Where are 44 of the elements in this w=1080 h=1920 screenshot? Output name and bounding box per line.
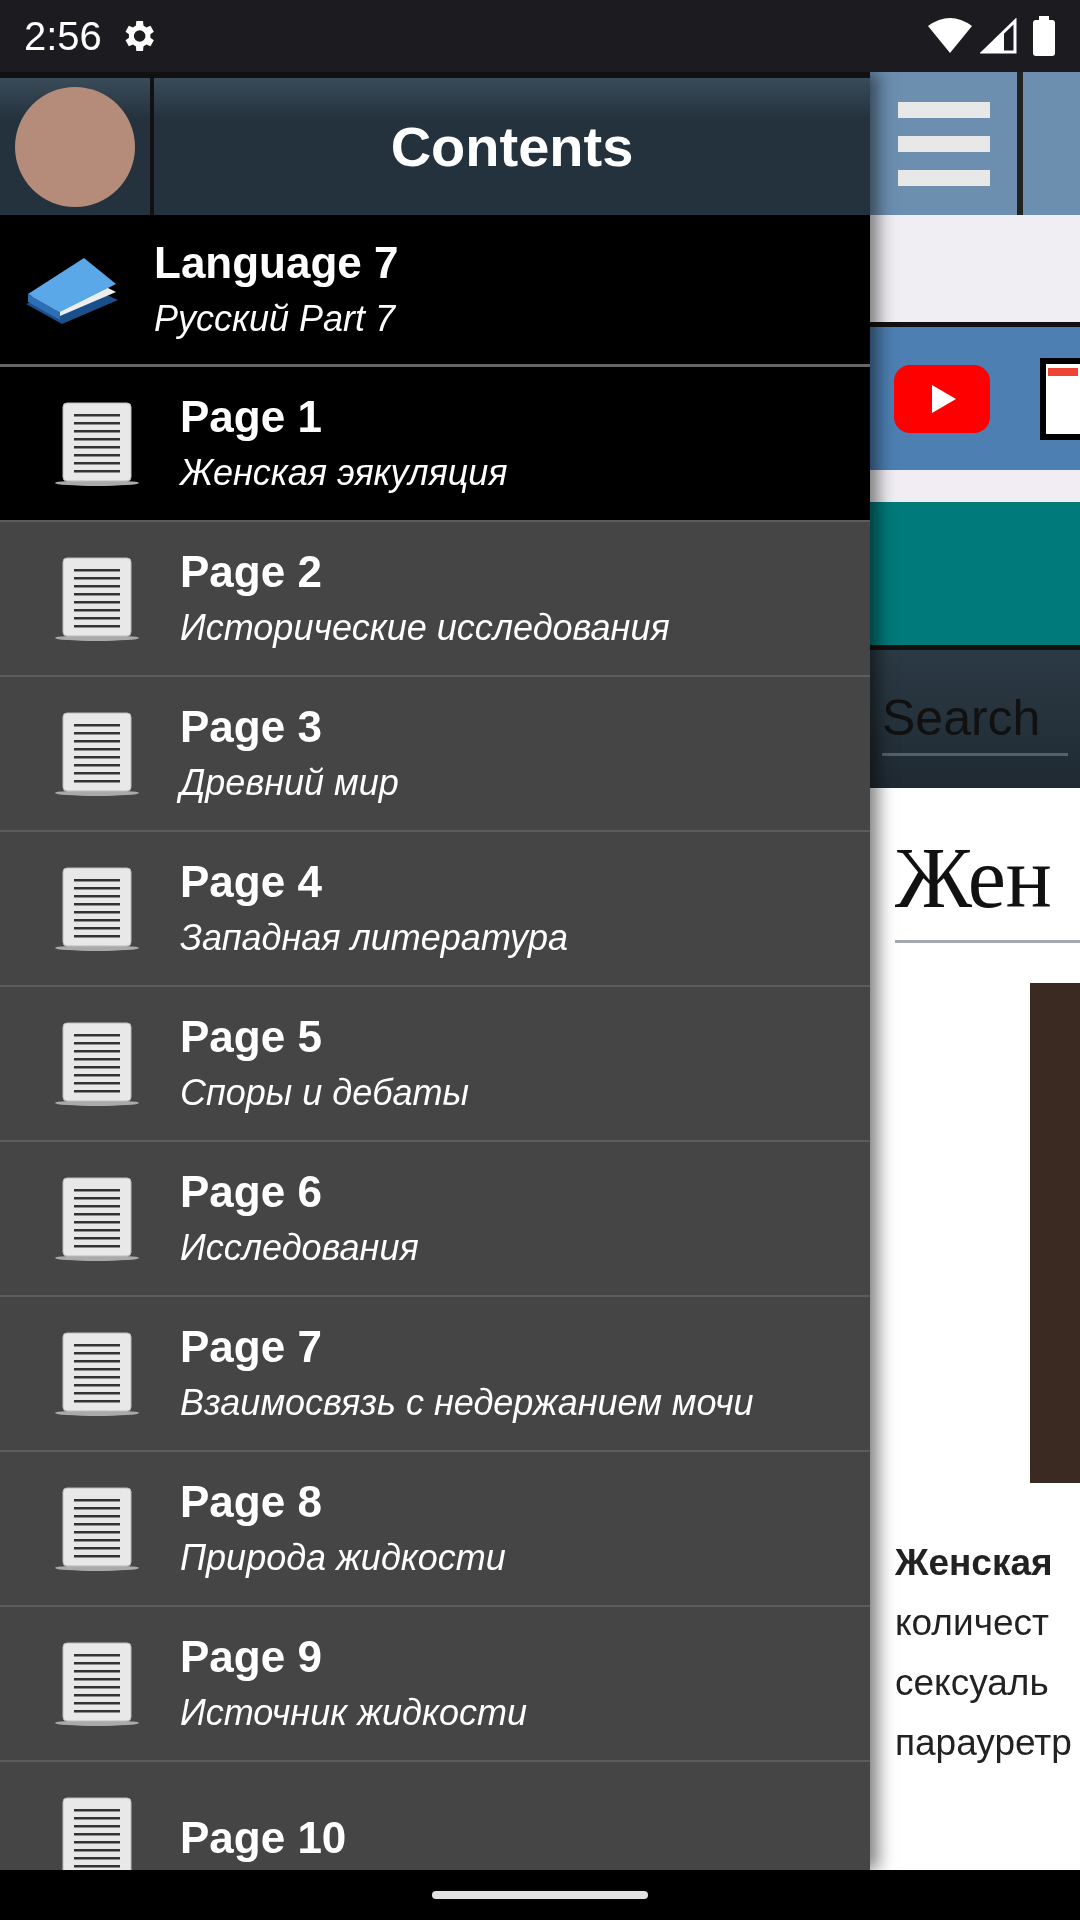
item-subtitle: Исторические исследования	[180, 606, 670, 649]
clock: 2:56	[24, 13, 102, 59]
item-title: Page 10	[180, 1814, 347, 1863]
item-title: Page 2	[180, 548, 323, 597]
page-item[interactable]: Page 3 Древний мир	[0, 677, 870, 832]
item-title: Page 6	[180, 1168, 323, 1217]
item-title: Page 1	[180, 393, 323, 442]
item-subtitle: Женская эякуляция	[180, 451, 508, 494]
article-text-line: количест	[895, 1601, 1050, 1645]
item-subtitle: Исследования	[180, 1226, 419, 1269]
page-item[interactable]: Page 7 Взаимосвязь с недержанием мочи	[0, 1297, 870, 1452]
item-subtitle: Природа жидкости	[180, 1536, 506, 1579]
item-subtitle: Западная литература	[180, 916, 569, 959]
item-subtitle: Русский Part 7	[154, 297, 397, 340]
document-thumbnail-icon[interactable]	[1040, 357, 1080, 440]
item-title: Page 8	[180, 1478, 323, 1527]
item-title: Page 5	[180, 1013, 323, 1062]
item-subtitle: Источник жидкости	[180, 1691, 527, 1734]
item-title: Page 4	[180, 858, 323, 907]
item-title: Page 7	[180, 1323, 323, 1372]
article-text-line: Женская	[895, 1541, 1054, 1585]
page-item[interactable]: Page 5 Споры и дебаты	[0, 987, 870, 1142]
menu-icon	[897, 101, 990, 186]
page-item[interactable]: Page 1 Женская эякуляция	[0, 367, 870, 522]
item-subtitle: Споры и дебаты	[180, 1071, 470, 1114]
article-heading: Жен	[895, 828, 1080, 943]
item-title: Language 7	[154, 239, 399, 288]
page-item[interactable]: Page 2 Исторические исследования	[0, 522, 870, 677]
article-text-line: парауретр	[895, 1721, 1073, 1765]
item-title: Page 3	[180, 703, 323, 752]
play-button-icon[interactable]	[894, 364, 990, 433]
language-item[interactable]: Language 7 Русский Part 7	[0, 215, 870, 367]
page-item[interactable]: Page 4 Западная литература	[0, 832, 870, 987]
item-title: Page 9	[180, 1633, 323, 1682]
article-text-line: сексуаль	[895, 1661, 1050, 1705]
wifi-icon	[928, 18, 972, 54]
page-item[interactable]: Page 9 Источник жидкости	[0, 1607, 870, 1762]
battery-icon	[1032, 16, 1056, 56]
page-item[interactable]: Page 6 Исследования	[0, 1142, 870, 1297]
page-item[interactable]: Page 10	[0, 1762, 870, 1870]
drawer-title: Contents	[390, 114, 634, 179]
signal-icon	[980, 18, 1018, 54]
page-item[interactable]: Page 8 Природа жидкости	[0, 1452, 870, 1607]
item-subtitle: Взаимосвязь с недержанием мочи	[180, 1381, 754, 1424]
